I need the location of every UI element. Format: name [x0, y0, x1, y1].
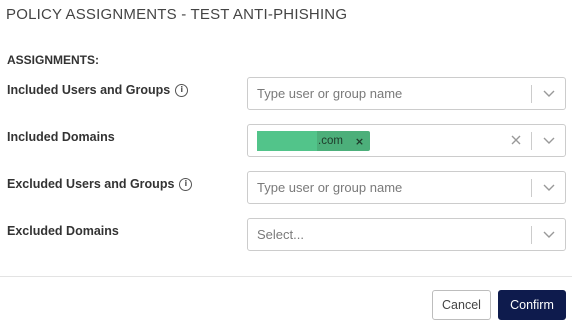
included-domains-label: Included Domains — [7, 130, 115, 144]
separator — [531, 132, 532, 150]
redacted-domain — [257, 131, 317, 151]
excluded-users-label-text: Excluded Users and Groups — [7, 177, 175, 191]
info-icon[interactable]: i — [179, 177, 193, 191]
included-users-input[interactable]: Type user or group name — [257, 86, 402, 101]
domain-chip: .com × — [257, 131, 371, 151]
excluded-domains-input[interactable]: Select... — [257, 227, 304, 242]
domain-chip-text: .com — [318, 135, 343, 147]
separator — [531, 85, 532, 103]
clear-icon[interactable] — [509, 133, 523, 147]
included-domains-label-text: Included Domains — [7, 130, 115, 144]
included-users-select[interactable]: Type user or group name — [247, 77, 566, 110]
excluded-domains-select[interactable]: Select... — [247, 218, 566, 251]
included-users-label: Included Users and Groups i — [7, 83, 189, 97]
chevron-down-icon[interactable] — [542, 88, 556, 100]
included-users-label-text: Included Users and Groups — [7, 83, 171, 97]
footer-divider — [0, 276, 572, 277]
separator — [531, 179, 532, 197]
cancel-button[interactable]: Cancel — [432, 290, 491, 320]
info-icon[interactable]: i — [175, 83, 189, 97]
excluded-users-label: Excluded Users and Groups i — [7, 177, 193, 191]
section-label: ASSIGNMENTS: — [7, 53, 100, 67]
chevron-down-icon[interactable] — [542, 182, 556, 194]
confirm-button[interactable]: Confirm — [498, 290, 566, 320]
separator — [531, 226, 532, 244]
excluded-users-select[interactable]: Type user or group name — [247, 171, 566, 204]
included-domains-select[interactable]: .com × — [247, 124, 566, 157]
chevron-down-icon[interactable] — [542, 135, 556, 147]
chip-remove-icon[interactable]: × — [355, 135, 364, 148]
dialog-title: POLICY ASSIGNMENTS - TEST ANTI-PHISHING — [6, 6, 348, 23]
excluded-domains-label: Excluded Domains — [7, 224, 119, 238]
chevron-down-icon[interactable] — [542, 229, 556, 241]
excluded-domains-label-text: Excluded Domains — [7, 224, 119, 238]
excluded-users-input[interactable]: Type user or group name — [257, 180, 402, 195]
